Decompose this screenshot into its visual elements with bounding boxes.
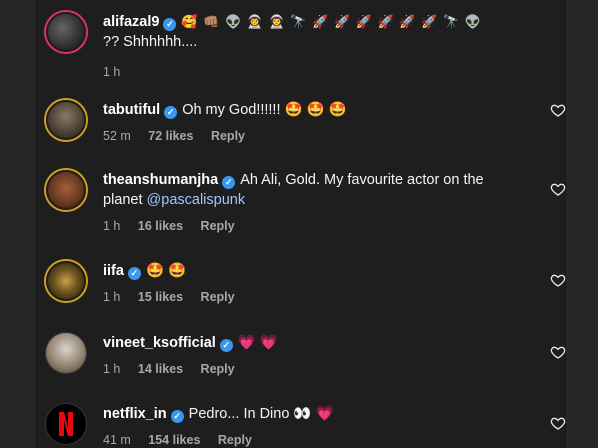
avatar[interactable]: [46, 333, 86, 373]
comment-username[interactable]: iifa: [103, 263, 124, 279]
comment-time: 1 h: [103, 219, 121, 233]
heart-outline-icon[interactable]: [550, 272, 566, 288]
comment-meta: 41 m 154 likes Reply: [103, 432, 526, 448]
comment-username[interactable]: vineet_ksofficial: [103, 335, 216, 351]
comment-body: theanshumanjha ✓ Ah Ali, Gold. My favourit…: [103, 170, 526, 234]
comment-text: vineet_ksofficial ✓ 💗 💗: [103, 333, 526, 353]
comment-text: iifa ✓ 🤩 🤩: [103, 261, 526, 281]
comment-time: 1 h: [103, 362, 121, 376]
comment-emojis: 🥰 👊🏽 👽 👨‍🚀 👨‍🚀 🔭 🚀 🚀 🚀 🚀 🚀 🚀 🔭 👽: [181, 14, 482, 29]
mention-link[interactable]: @pascalispunk: [147, 192, 246, 208]
avatar[interactable]: [46, 404, 86, 444]
reply-button[interactable]: Reply: [201, 290, 235, 304]
comment-body: netflix_in ✓ Pedro... In Dino 👀 💗 41 m 154…: [103, 404, 526, 448]
comment-text: theanshumanjha ✓ Ah Ali, Gold. My favourit…: [103, 170, 526, 190]
reply-button[interactable]: Reply: [211, 129, 245, 143]
comment-content: 💗 💗: [237, 335, 278, 351]
comment-content: Oh my God!!!!!! 🤩 🤩 🤩: [182, 102, 347, 118]
comment-content: Pedro... In Dino 👀 💗: [188, 406, 334, 422]
reply-button[interactable]: Reply: [201, 219, 235, 233]
heart-outline-icon[interactable]: [550, 415, 566, 431]
verified-badge-icon: ✓: [127, 267, 141, 280]
verified-badge-icon: ✓: [164, 106, 178, 119]
comment-text: tabutiful ✓ Oh my God!!!!!! 🤩 🤩 🤩: [103, 100, 526, 120]
comment-username[interactable]: netflix_in: [103, 406, 167, 422]
likes-count[interactable]: 154 likes: [148, 433, 200, 447]
netflix-logo-icon: [46, 404, 86, 444]
comment-text-line2: planet @pascalispunk: [103, 190, 526, 210]
avatar[interactable]: [46, 12, 86, 52]
screenshot-frame: alifazal9 ✓ 🥰 👊🏽 👽 👨‍🚀 👨‍🚀 🔭 🚀 🚀 🚀 🚀 🚀 🚀 🔭…: [0, 0, 598, 448]
comment-meta: 1 h 14 likes Reply: [103, 361, 526, 377]
comment-content: Ah Ali, Gold. My favourite actor on the: [240, 172, 484, 188]
heart-outline-icon[interactable]: [550, 344, 566, 360]
comment-time: 41 m: [103, 433, 131, 447]
verified-badge-icon: ✓: [219, 339, 233, 352]
avatar[interactable]: [46, 261, 86, 301]
comment-meta: 1 h 16 likes Reply: [103, 218, 526, 234]
avatar[interactable]: [46, 170, 86, 210]
comment-username[interactable]: tabutiful: [103, 102, 160, 118]
comment-time: 52 m: [103, 129, 131, 143]
comment-text: netflix_in ✓ Pedro... In Dino 👀 💗: [103, 404, 526, 424]
heart-outline-icon[interactable]: [550, 102, 566, 118]
comment-username[interactable]: theanshumanjha: [103, 172, 218, 188]
likes-count[interactable]: 16 likes: [138, 219, 183, 233]
comment-time: 1 h: [103, 290, 121, 304]
comment-body: vineet_ksofficial ✓ 💗 💗 1 h 14 likes Reply: [103, 333, 526, 377]
verified-badge-icon: ✓: [222, 176, 236, 189]
comment-meta: 52 m 72 likes Reply: [103, 128, 526, 144]
comment-meta: 1 h: [103, 64, 526, 80]
comment-meta: 1 h 15 likes Reply: [103, 289, 526, 305]
verified-badge-icon: ✓: [163, 18, 177, 31]
comment-body: iifa ✓ 🤩 🤩 1 h 15 likes Reply: [103, 261, 526, 305]
heart-outline-icon[interactable]: [550, 181, 566, 197]
comment-time: 1 h: [103, 65, 121, 79]
comment-content: 🤩 🤩: [145, 263, 187, 279]
reply-button[interactable]: Reply: [201, 362, 235, 376]
likes-count[interactable]: 15 likes: [138, 290, 183, 304]
comment-text: alifazal9 ✓ 🥰 👊🏽 👽 👨‍🚀 👨‍🚀 🔭 🚀 🚀 🚀 🚀 🚀 🚀 🔭…: [103, 12, 526, 32]
verified-badge-icon: ✓: [170, 410, 184, 423]
comment-text-line2: ?? Shhhhhh....: [103, 34, 198, 50]
comment-username[interactable]: alifazal9: [103, 14, 159, 30]
likes-count[interactable]: 72 likes: [148, 129, 193, 143]
comment-content-cont: planet: [103, 192, 143, 208]
avatar[interactable]: [46, 100, 86, 140]
comment-body: alifazal9 ✓ 🥰 👊🏽 👽 👨‍🚀 👨‍🚀 🔭 🚀 🚀 🚀 🚀 🚀 🚀 🔭…: [103, 12, 526, 80]
comment-body: tabutiful ✓ Oh my God!!!!!! 🤩 🤩 🤩 52 m 72 …: [103, 100, 526, 144]
likes-count[interactable]: 14 likes: [138, 362, 183, 376]
reply-button[interactable]: Reply: [218, 433, 252, 447]
